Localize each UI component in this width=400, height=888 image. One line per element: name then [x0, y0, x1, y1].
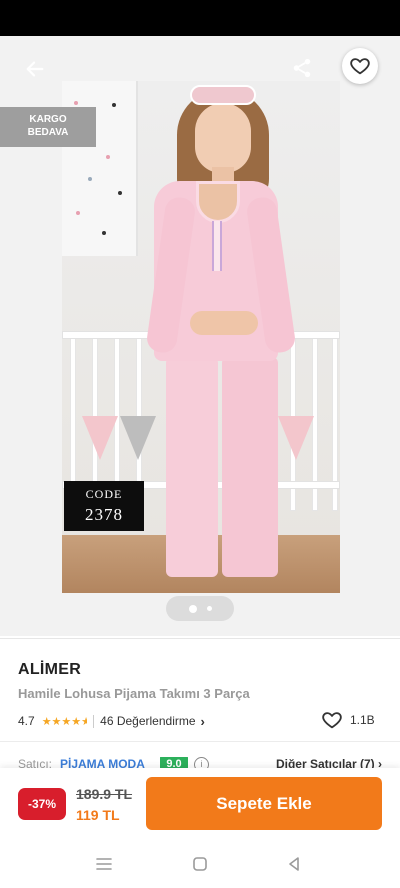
pager-dot[interactable]: [206, 606, 212, 611]
badge-line-1: KARGO: [29, 114, 67, 125]
share-icon: [293, 58, 311, 78]
pager-dot-active[interactable]: [188, 604, 197, 613]
chevron-right-icon: ›: [200, 713, 205, 729]
status-bar: [0, 0, 400, 36]
favorite-button[interactable]: [342, 48, 378, 84]
code-number: 2378: [85, 505, 123, 524]
menu-icon: [96, 858, 112, 870]
brand-name[interactable]: ALİMER: [18, 661, 81, 679]
add-to-cart-button[interactable]: Sepete Ekle: [146, 777, 382, 830]
review-count: 46 Değerlendirme: [100, 714, 196, 728]
bunting-flag: [82, 416, 118, 460]
product-photo[interactable]: CODE 2378: [62, 81, 340, 593]
divider: [0, 741, 400, 742]
gallery-pager[interactable]: [166, 596, 234, 621]
badge-line-2: BEDAVA: [27, 127, 69, 138]
product-code-label: CODE 2378: [64, 481, 144, 531]
rating-row: 4.7 ★★★★★ 46 Değerlendirme ›: [18, 711, 205, 731]
like-count: 1.1B: [350, 713, 375, 727]
bunting-flag: [120, 416, 156, 460]
divider: [0, 638, 400, 639]
original-price: 189.9 TL: [76, 786, 133, 802]
product-title: Hamile Lohusa Pijama Takımı 3 Parça: [18, 686, 250, 701]
heart-outline-icon: [322, 712, 342, 729]
purchase-bar: -37% 189.9 TL 119 TL Sepete Ekle: [0, 768, 400, 840]
arrow-left-icon: [26, 61, 44, 77]
product-image-gallery[interactable]: CODE 2378 KARGO BEDAVA: [0, 36, 400, 636]
back-button[interactable]: [20, 54, 50, 84]
reviews-link[interactable]: 46 Değerlendirme ›: [100, 714, 205, 729]
discounted-price: 119 TL: [76, 807, 120, 823]
triangle-back-icon: [289, 857, 299, 871]
nav-menu-button[interactable]: [92, 852, 116, 876]
like-counter[interactable]: 1.1B: [320, 709, 375, 731]
code-title: CODE: [85, 487, 123, 501]
system-navigation-bar: [0, 840, 400, 888]
discount-badge: -37%: [18, 788, 66, 820]
rating-value: 4.7: [18, 714, 35, 728]
nav-back-button[interactable]: [282, 852, 306, 876]
star-rating-icon: ★★★★★: [41, 715, 88, 728]
heart-outline-icon: [350, 58, 370, 75]
nav-home-button[interactable]: [188, 852, 212, 876]
share-button[interactable]: [286, 52, 318, 84]
rating-separator: [93, 714, 95, 728]
bunting-flag: [278, 416, 314, 460]
free-shipping-badge: KARGO BEDAVA: [0, 107, 96, 147]
square-icon: [193, 857, 207, 871]
